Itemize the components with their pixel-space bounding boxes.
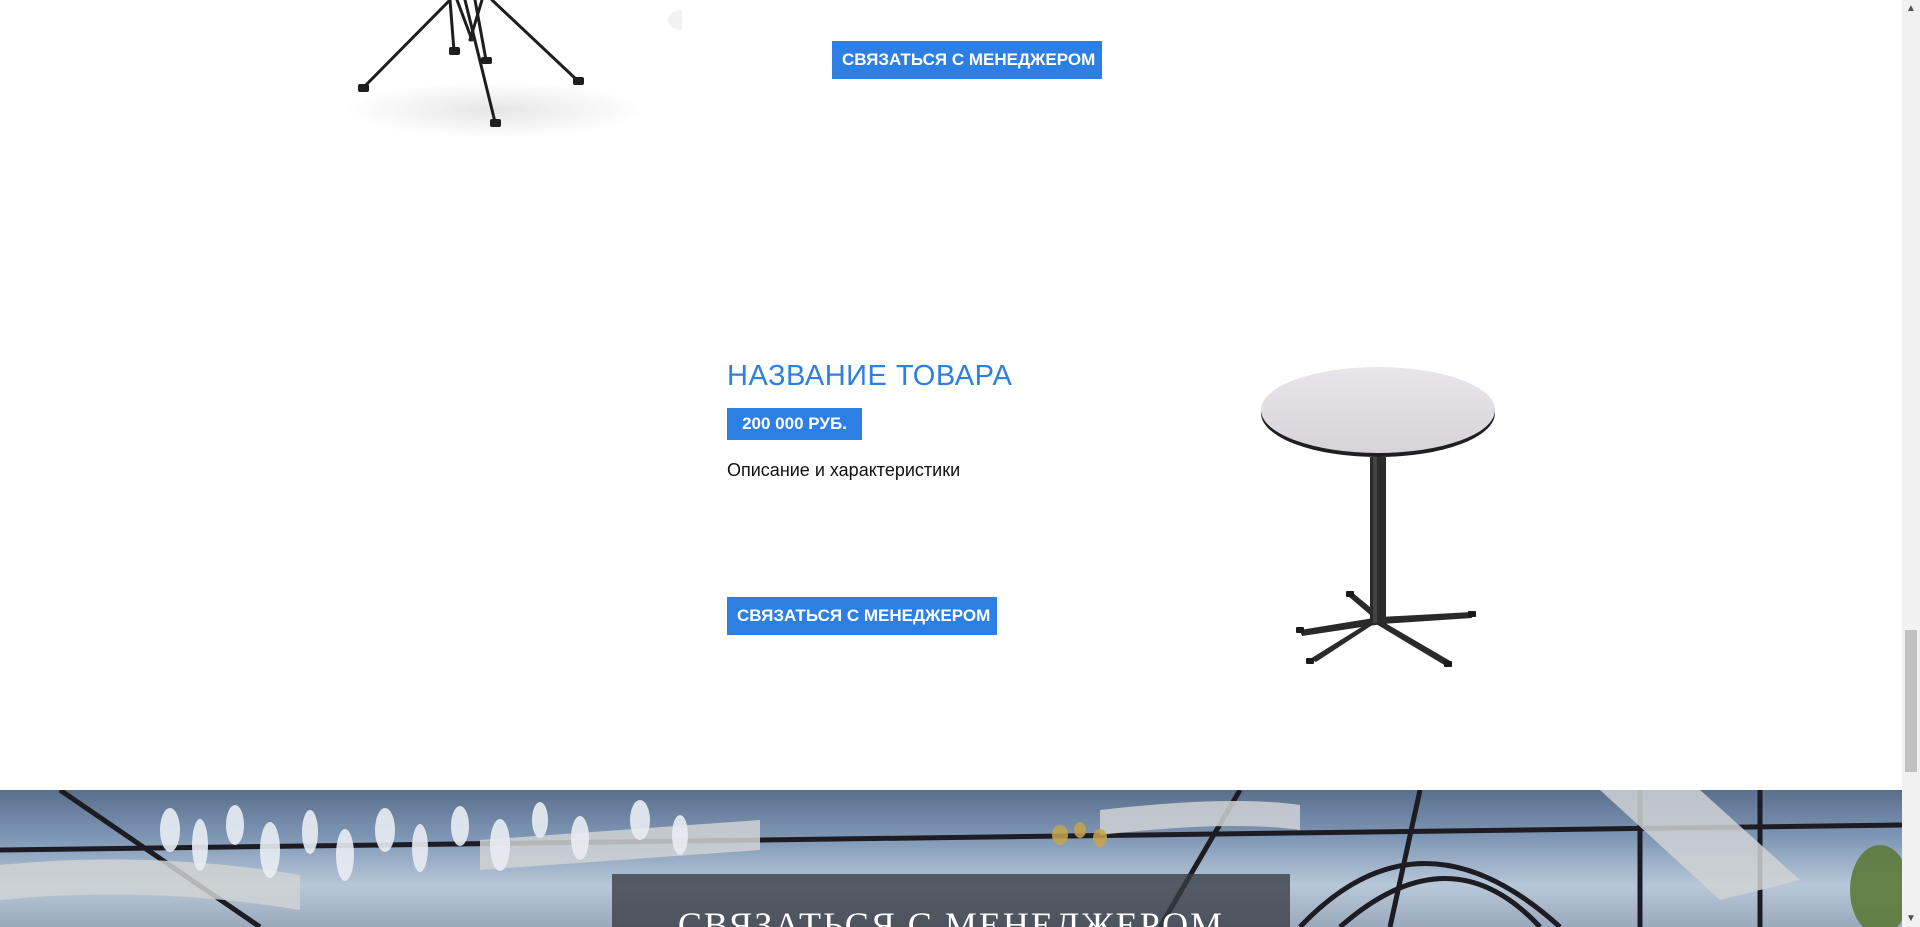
banner-title-box: СВЯЗАТЬСЯ С МЕНЕДЖЕРОМ [612, 874, 1290, 927]
chevron-down-icon[interactable]: ▼ [1902, 910, 1920, 927]
chair-product-image [300, 0, 682, 140]
banner-title: СВЯЗАТЬСЯ С МЕНЕДЖЕРОМ [677, 905, 1225, 927]
scrollbar-thumb[interactable] [1905, 630, 1917, 772]
page-scrollbar[interactable]: ▲ ▼ [1902, 0, 1920, 927]
contact-manager-button[interactable]: СВЯЗАТЬСЯ С МЕНЕДЖЕРОМ [727, 597, 997, 635]
table-product-image [1252, 362, 1502, 674]
chevron-up-icon[interactable]: ▲ [1902, 0, 1920, 17]
contact-manager-button-top[interactable]: СВЯЗАТЬСЯ С МЕНЕДЖЕРОМ [832, 41, 1102, 79]
contact-banner: СВЯЗАТЬСЯ С МЕНЕДЖЕРОМ [0, 790, 1902, 927]
page: СВЯЗАТЬСЯ С МЕНЕДЖЕРОМ НАЗВАНИЕ ТОВАРА 2… [0, 0, 1902, 927]
product-description: Описание и характеристики [727, 460, 961, 480]
price-badge: 200 000 РУБ. [727, 408, 862, 440]
product-title: НАЗВАНИЕ ТОВАРА [727, 360, 1013, 392]
